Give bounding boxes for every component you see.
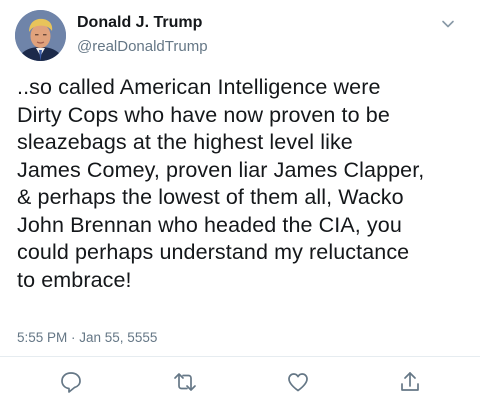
tweet-timestamp[interactable]: 5:55 PM · Jan 55, 5555 [17, 330, 157, 345]
tweet-card: Donald J. Trump @realDonaldTrump ..so ca… [0, 0, 480, 410]
tweet-text: ..so called American Intelligence were D… [17, 75, 425, 292]
reply-icon [61, 372, 81, 393]
share-button[interactable] [397, 369, 423, 395]
chevron-down-icon[interactable] [438, 14, 458, 34]
retweet-button[interactable] [172, 369, 198, 395]
action-bar [0, 369, 480, 399]
reply-button[interactable] [58, 369, 84, 395]
divider [0, 356, 480, 357]
retweet-icon [174, 373, 196, 391]
share-icon [401, 372, 419, 391]
avatar[interactable] [15, 10, 66, 61]
like-button[interactable] [285, 369, 311, 395]
user-handle[interactable]: @realDonaldTrump [77, 38, 208, 55]
heart-icon [288, 373, 308, 392]
display-name[interactable]: Donald J. Trump [77, 14, 202, 32]
